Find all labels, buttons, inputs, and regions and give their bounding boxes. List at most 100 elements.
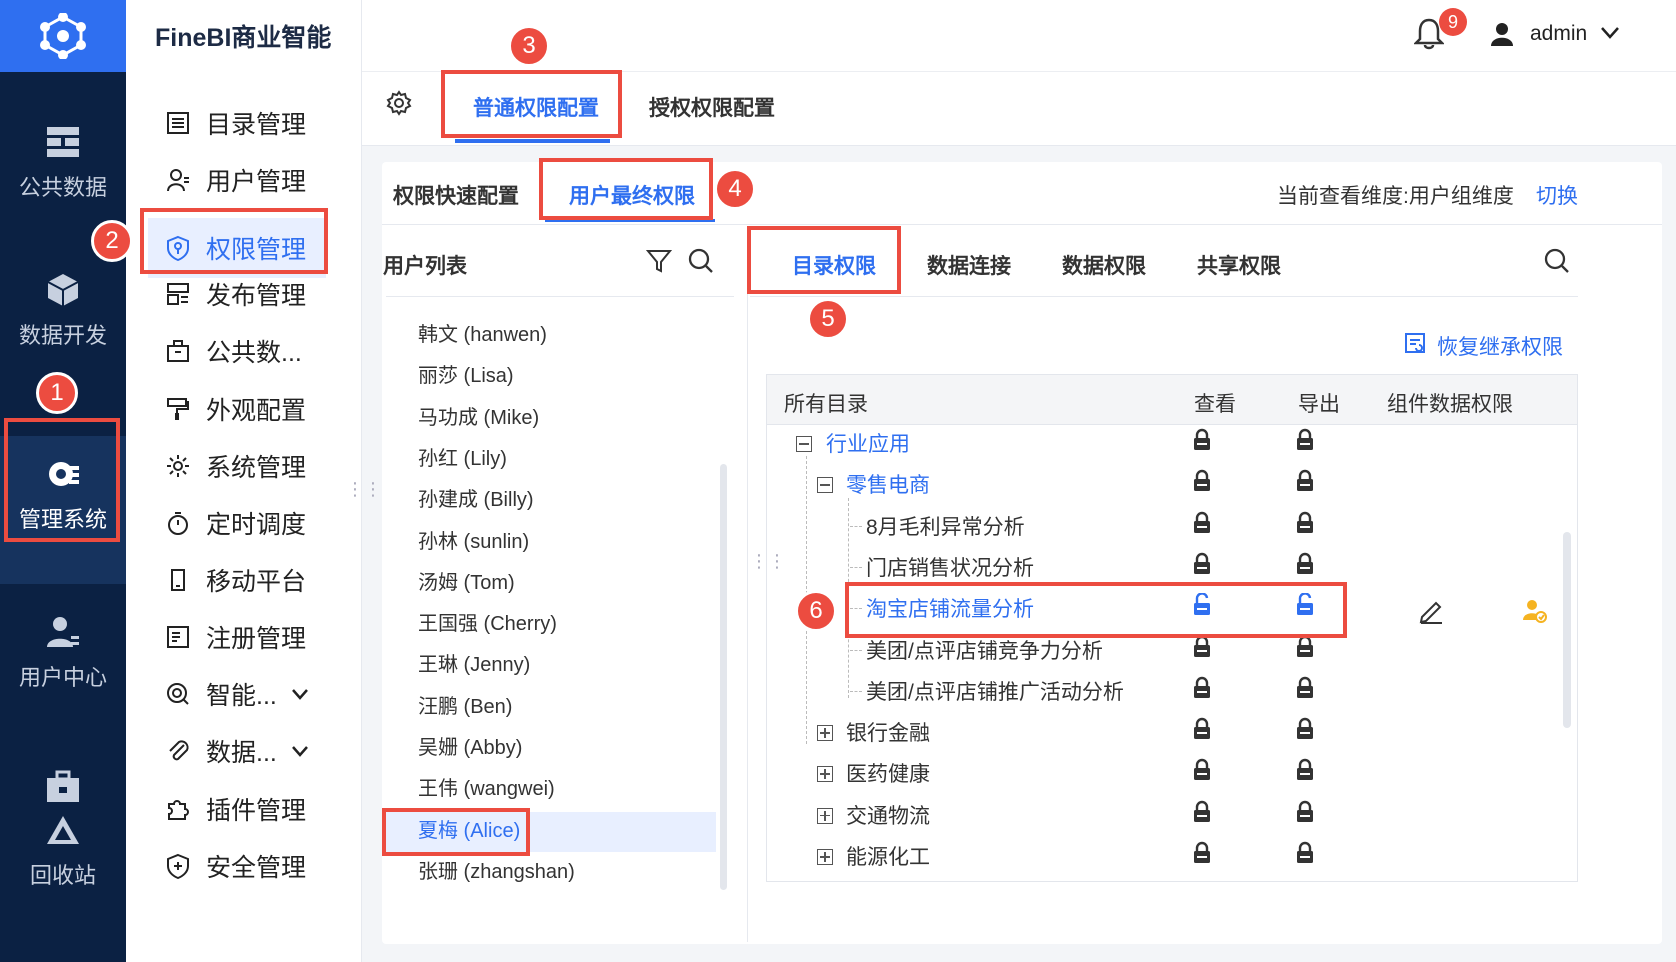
lock-icon[interactable] [1295,841,1315,865]
shield-plus-icon [167,853,189,879]
nav-data-dev[interactable]: 数据开发 [0,272,126,350]
lock-icon[interactable] [1192,800,1212,824]
table-scrollbar[interactable] [1563,532,1571,728]
side-item-system[interactable]: 系统管理 [164,442,306,490]
brand-title: FineBI商业智能 [155,24,332,52]
tree-item[interactable]: 医药健康 [846,758,930,788]
nav-user-center[interactable]: 用户中心 [0,614,126,692]
list-icon [167,112,189,134]
side-item-users[interactable]: 用户管理 [164,156,306,204]
register-icon [167,626,189,648]
tab-share-permission[interactable]: 共享权限 [1197,250,1281,280]
edit-icon[interactable] [1418,598,1444,629]
app-logo[interactable] [0,0,126,72]
side-item-label: 数据... [206,739,277,767]
mobile-icon [171,569,185,591]
tree-guide-line [850,690,862,692]
lock-icon[interactable] [1192,635,1212,659]
tree-item[interactable]: 零售电商 [846,469,930,499]
tree-item[interactable]: 美团/点评店铺推广活动分析 [866,676,1124,706]
user-list-item[interactable]: 张珊 (zhangshan) [418,855,575,884]
expand-icon[interactable] [817,725,833,742]
user-list-item[interactable]: 汤姆 (Tom) [418,566,515,595]
user-menu[interactable]: admin [1530,22,1587,46]
tree-item[interactable]: 美团/点评店铺竞争力分析 [866,635,1103,665]
user-list-item[interactable]: 王琳 (Jenny) [418,648,530,677]
lock-icon[interactable] [1192,552,1212,576]
tree-item[interactable]: 能源化工 [846,841,930,871]
smart-icon [167,683,189,705]
lock-icon[interactable] [1295,635,1315,659]
user-list-item[interactable]: 王国强 (Cherry) [418,607,557,636]
expand-icon[interactable] [817,807,833,824]
step-badge: 4 [714,168,756,210]
side-item-registration[interactable]: 注册管理 [164,613,306,661]
tree-item[interactable]: 门店销售状况分析 [866,552,1034,582]
search-icon[interactable] [688,248,714,279]
user-list-item[interactable]: 丽莎 (Lisa) [418,359,514,388]
side-item-smart[interactable]: 智能... [164,670,309,718]
tree-item[interactable]: 行业应用 [826,428,910,458]
user-list-item[interactable]: 韩文 (hanwen) [418,318,547,347]
side-item-schedule[interactable]: 定时调度 [164,499,306,547]
user-icon [167,169,189,192]
assign-user-icon[interactable] [1522,598,1548,629]
user-list-item[interactable]: 孙红 (Lily) [418,442,507,471]
collapse-icon[interactable] [796,436,812,452]
lock-icon[interactable] [1295,428,1315,452]
user-list-item[interactable]: 吴姗 (Abby) [418,731,522,760]
chevron-down-icon[interactable] [1600,26,1620,45]
lock-icon[interactable] [1192,841,1212,865]
side-item-plugins[interactable]: 插件管理 [164,785,306,833]
side-item-catalog[interactable]: 目录管理 [164,99,306,147]
lock-icon[interactable] [1192,676,1212,700]
user-list-item[interactable]: 汪鹏 (Ben) [418,690,512,719]
side-item-data[interactable]: 数据... [164,727,309,775]
user-list-item[interactable]: 孙林 (sunlin) [418,525,529,554]
lock-icon[interactable] [1192,469,1212,493]
user-list-scrollbar[interactable] [720,464,727,890]
expand-icon[interactable] [817,766,833,783]
dimension-label: 当前查看维度:用户组维度 [1277,185,1514,208]
switch-dimension-link[interactable]: 切换 [1536,180,1578,210]
lock-icon[interactable] [1192,758,1212,782]
user-list-item[interactable]: 孙建成 (Billy) [418,483,534,512]
lock-icon[interactable] [1295,552,1315,576]
settings-gear-icon[interactable] [386,90,412,121]
tree-guide-line [850,566,862,568]
collapse-icon[interactable] [817,477,833,494]
tab-data-connection[interactable]: 数据连接 [927,250,1011,280]
search-icon[interactable] [1544,248,1570,279]
tree-item[interactable]: 银行金融 [846,717,930,747]
lock-icon[interactable] [1192,511,1212,535]
lock-icon[interactable] [1295,511,1315,535]
lock-icon[interactable] [1295,469,1315,493]
resize-handle[interactable]: ⋮⋮ [346,480,382,498]
tab-data-permission[interactable]: 数据权限 [1062,250,1146,280]
tab-quick-config[interactable]: 权限快速配置 [393,180,519,210]
col-header-export: 导出 [1298,393,1340,416]
chevron-down-icon [291,746,308,757]
tree-item[interactable]: 8月毛利异常分析 [866,511,1025,541]
lock-icon[interactable] [1295,717,1315,741]
lock-icon[interactable] [1192,428,1212,452]
restore-inherit-button[interactable]: 恢复继承权限 [1437,331,1563,361]
lock-icon[interactable] [1295,800,1315,824]
lock-icon[interactable] [1192,717,1212,741]
tree-item[interactable]: 交通物流 [846,800,930,830]
tab-grant-permission[interactable]: 授权权限配置 [649,92,775,122]
user-list-item[interactable]: 王伟 (wangwei) [418,772,555,801]
side-item-appearance[interactable]: 外观配置 [164,385,306,433]
side-item-security[interactable]: 安全管理 [164,842,306,890]
nav-public-data[interactable]: 公共数据 [0,124,126,202]
side-item-mobile[interactable]: 移动平台 [164,556,306,604]
side-item-public-data[interactable]: 公共数... [164,327,302,375]
expand-icon[interactable] [817,849,833,865]
filter-icon[interactable] [645,248,673,279]
lock-icon[interactable] [1295,758,1315,782]
user-list-item[interactable]: 马功成 (Mike) [418,401,539,430]
nav-recycle-bin[interactable]: 回收站 [0,770,126,890]
side-item-label: 发布管理 [206,282,307,310]
lock-icon[interactable] [1295,676,1315,700]
side-item-publish[interactable]: 发布管理 [164,270,306,318]
